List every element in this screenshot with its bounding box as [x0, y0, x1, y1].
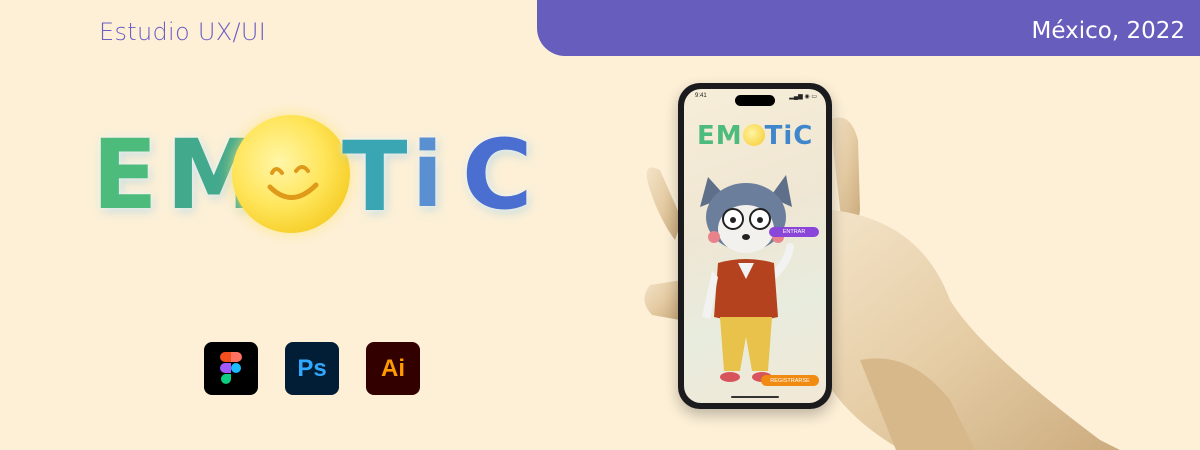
phone-screen: 9:41 ▂▄▆ ◉ ▭ EM TiC ENTRAR REGISTRARSE [684, 89, 826, 403]
illustrator-icon: Ai [366, 342, 420, 395]
logo-letter-i: i [412, 123, 443, 228]
figma-icon [204, 342, 258, 395]
mini-smiley-icon [742, 124, 765, 146]
header-banner: México, 2022 [537, 0, 1200, 56]
photoshop-icon: Ps [285, 342, 339, 395]
photoshop-label: Ps [297, 354, 327, 382]
app-logo-left: EM [697, 121, 743, 151]
dynamic-island [735, 95, 775, 106]
phone-mockup: 9:41 ▂▄▆ ◉ ▭ EM TiC ENTRAR REGISTRARSE [678, 83, 832, 409]
illustrator-label: Ai [381, 354, 405, 382]
logo-letter-c: C [462, 119, 533, 231]
app-logo: EM TiC [697, 121, 813, 151]
studio-label: Estudio UX/UI [99, 18, 267, 46]
status-time: 9:41 [695, 93, 707, 99]
place-date: México, 2022 [1031, 18, 1185, 44]
smiley-sun-icon [232, 115, 350, 233]
register-button[interactable]: REGISTRARSE [761, 375, 819, 386]
logo-letter-t: T [342, 121, 408, 233]
emotic-logo: E M T i C [92, 115, 542, 245]
logo-letter-e: E [92, 119, 158, 231]
status-icons: ▂▄▆ ◉ ▭ [789, 94, 817, 100]
wolf-character-illustration [700, 175, 794, 382]
home-indicator [731, 396, 779, 398]
app-logo-right: TiC [764, 121, 814, 151]
enter-button[interactable]: ENTRAR [769, 227, 819, 237]
